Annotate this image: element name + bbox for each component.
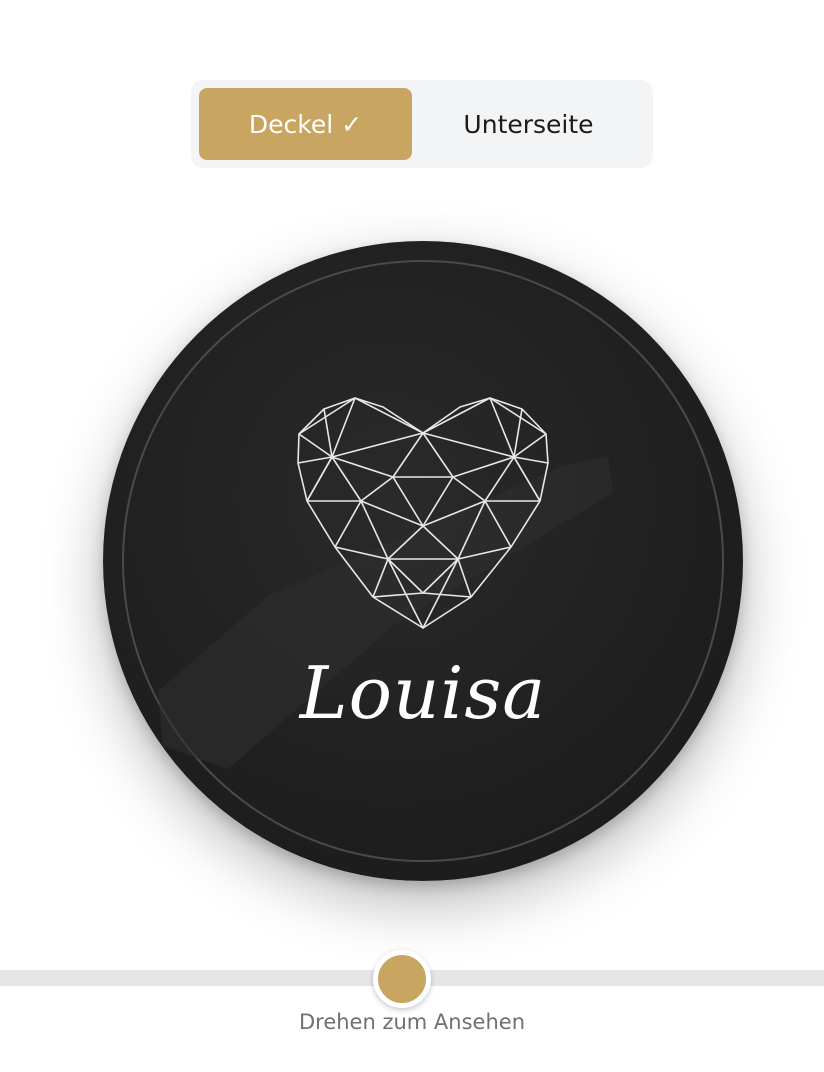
rotation-slider-thumb[interactable] (373, 950, 431, 1008)
coaster-lid: Louisa (103, 241, 743, 881)
coaster-art (122, 260, 724, 862)
engraving-text: Louisa (299, 651, 547, 735)
checkmark-icon: ✓ (341, 109, 363, 139)
coaster-preview[interactable]: Louisa (103, 241, 743, 881)
tab-lid[interactable]: Deckel ✓ (199, 88, 412, 160)
product-preview: Deckel ✓ Unterseite Louisa Drehen zum An… (0, 0, 824, 1072)
rotation-hint: Drehen zum Ansehen (298, 1010, 526, 1034)
tab-bottom-label: Unterseite (463, 109, 594, 139)
tab-bottom[interactable]: Unterseite (412, 88, 645, 160)
tab-lid-label: Deckel (248, 109, 334, 139)
view-toggle: Deckel ✓ Unterseite (191, 80, 653, 168)
